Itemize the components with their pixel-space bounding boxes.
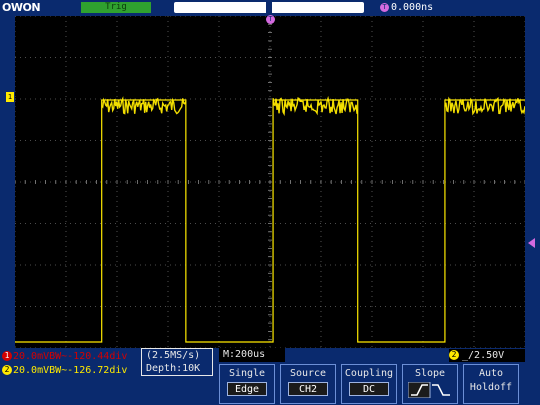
trigger-offset-value: 0.000ns xyxy=(391,2,434,13)
menu-source-label: Source xyxy=(289,368,327,379)
trigger-status-badge: Trig xyxy=(81,2,151,13)
rising-slope-icon xyxy=(408,382,452,398)
menu-coupling-label: Coupling xyxy=(344,368,394,379)
oscilloscope-window: OWON Trig T 0.000ns T 1 1 20.0mVBW~-120.44… xyxy=(0,0,540,405)
menu-coupling-value: DC xyxy=(349,382,389,396)
acquisition-info-box: (2.5MS/s) Depth:10K xyxy=(141,348,213,376)
menu-source[interactable]: Source CH2 xyxy=(280,364,336,404)
ch2-badge-icon: 2 xyxy=(2,365,12,375)
menu-slope[interactable]: Slope xyxy=(402,364,458,404)
trigger-position-marker-icon[interactable]: T xyxy=(266,15,275,24)
menu-holdoff[interactable]: Auto Holdoff xyxy=(463,364,519,404)
memory-position-indicator[interactable] xyxy=(266,2,272,13)
waveform-display[interactable] xyxy=(15,16,525,348)
menu-source-value: CH2 xyxy=(288,382,328,396)
menu-coupling[interactable]: Coupling DC xyxy=(341,364,397,404)
menu-holdoff-value: Holdoff xyxy=(469,382,513,393)
timebase-readout: M:200us xyxy=(219,348,285,362)
trigger-slope-symbol: _/ xyxy=(462,350,475,361)
waveform-graticule xyxy=(15,16,525,348)
ch1-scale-readout: 1 20.0mVBW~-120.44div xyxy=(2,351,127,363)
menu-trigger-mode-label: Single xyxy=(228,368,266,379)
sample-rate: (2.5MS/s) xyxy=(146,350,201,361)
ch2-noise-band xyxy=(101,96,187,115)
ch2-scale-readout: 2 20.0mVBW~-126.72div xyxy=(2,365,127,377)
record-depth: Depth:10K xyxy=(146,363,201,374)
brand-logo: OWON xyxy=(2,1,41,14)
top-status-bar: OWON Trig T 0.000ns xyxy=(0,0,540,15)
trigger-offset-readout: T 0.000ns xyxy=(380,1,433,14)
ch2-scale-text: 20.0mVBW~-126.72div xyxy=(13,365,128,376)
trigger-level-value: 2.50V xyxy=(474,350,505,361)
menu-trigger-mode-value: Edge xyxy=(227,382,267,396)
ch1-ground-marker-icon[interactable]: 1 xyxy=(6,92,14,102)
menu-holdoff-label: Auto xyxy=(478,368,504,379)
ch1-scale-text: 20.0mVBW~-120.44div xyxy=(13,351,128,362)
trigger-offset-marker-icon: T xyxy=(380,3,389,12)
memory-position-bar[interactable] xyxy=(174,2,364,13)
menu-trigger-mode[interactable]: Single Edge xyxy=(219,364,275,404)
menu-slope-label: Slope xyxy=(414,368,446,379)
ch1-badge-icon: 1 xyxy=(2,351,12,361)
trigger-source-badge-icon: 2 xyxy=(449,350,459,360)
trigger-level-marker-icon[interactable] xyxy=(528,238,535,248)
trigger-level-readout: 2 _/2.50V xyxy=(449,349,525,362)
